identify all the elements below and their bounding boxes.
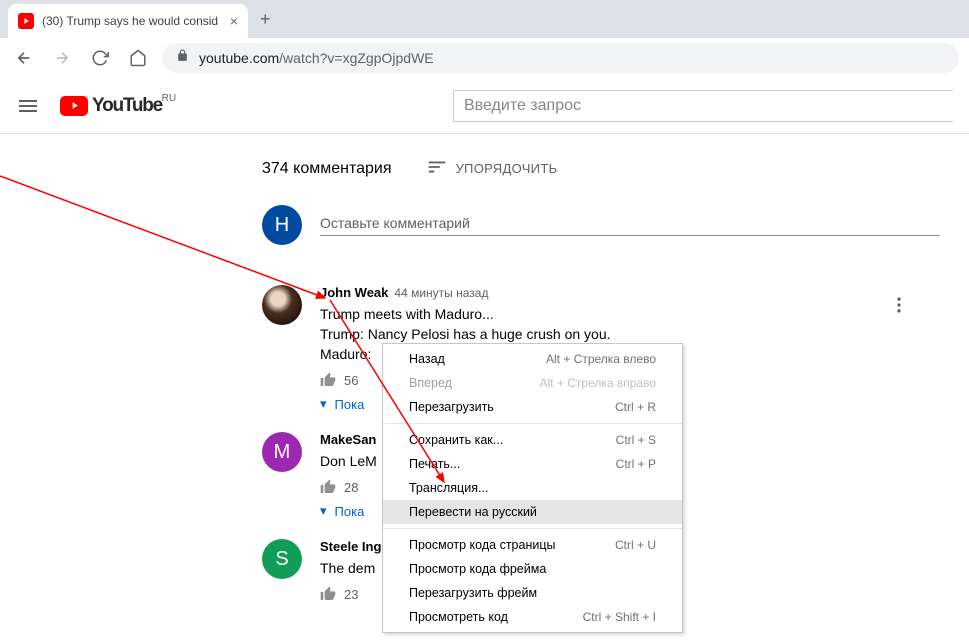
comment-author[interactable]: John Weak: [320, 285, 388, 300]
comment-author[interactable]: Steele Ing: [320, 539, 381, 554]
add-comment-row: Н Оставьте комментарий: [262, 205, 969, 245]
comments-count: 374 комментария: [262, 160, 392, 178]
home-button[interactable]: [124, 44, 152, 72]
lock-icon: [176, 49, 189, 67]
context-menu-item[interactable]: Перевести на русский: [383, 500, 682, 524]
back-button[interactable]: [10, 44, 38, 72]
add-comment-input[interactable]: Оставьте комментарий: [320, 215, 940, 236]
browser-tab[interactable]: (30) Trump says he would consid ×: [8, 4, 248, 38]
sort-icon: [426, 156, 448, 181]
address-bar: youtube.com/watch?v=xgZgpOjpdWE: [0, 38, 969, 78]
context-menu: НазадAlt + Стрелка влевоВпередAlt + Стре…: [382, 343, 683, 633]
commenter-avatar[interactable]: [262, 285, 302, 325]
user-avatar[interactable]: Н: [262, 205, 302, 245]
forward-button[interactable]: [48, 44, 76, 72]
youtube-region: RU: [162, 93, 176, 104]
context-menu-item[interactable]: Сохранить как...Ctrl + S: [383, 428, 682, 452]
context-menu-item[interactable]: НазадAlt + Стрелка влево: [383, 347, 682, 371]
context-menu-separator: [383, 528, 682, 529]
reload-button[interactable]: [86, 44, 114, 72]
context-menu-item[interactable]: Просмотр кода страницыCtrl + U: [383, 533, 682, 557]
context-menu-item[interactable]: Просмотр кода фрейма: [383, 557, 682, 581]
chevron-down-icon: ▾: [320, 503, 327, 519]
youtube-header: YouTube RU Введите запрос: [0, 78, 969, 134]
url-box[interactable]: youtube.com/watch?v=xgZgpOjpdWE: [162, 43, 959, 73]
context-menu-separator: [383, 423, 682, 424]
youtube-logo[interactable]: YouTube RU: [60, 95, 162, 117]
youtube-logo-text: YouTube: [92, 95, 162, 117]
url-path: /watch?v=xgZgpOjpdWE: [279, 50, 433, 66]
like-button[interactable]: 23: [320, 586, 358, 602]
comment-author[interactable]: MakeSan: [320, 432, 376, 447]
youtube-favicon: [18, 13, 34, 29]
search-container: Введите запрос: [453, 90, 953, 122]
hamburger-menu-icon[interactable]: [16, 94, 40, 118]
new-tab-button[interactable]: +: [260, 9, 271, 30]
tab-title: (30) Trump says he would consid: [42, 14, 224, 28]
context-menu-item[interactable]: Перезагрузить фрейм: [383, 581, 682, 605]
context-menu-item: ВпередAlt + Стрелка вправо: [383, 371, 682, 395]
sort-button[interactable]: УПОРЯДОЧИТЬ: [426, 156, 558, 181]
context-menu-item[interactable]: Просмотреть кодCtrl + Shift + I: [383, 605, 682, 629]
commenter-avatar[interactable]: S: [262, 539, 302, 579]
commenter-avatar[interactable]: M: [262, 432, 302, 472]
comment-timestamp[interactable]: 44 минуты назад: [394, 286, 488, 300]
context-menu-item[interactable]: Трансляция...: [383, 476, 682, 500]
browser-chrome: (30) Trump says he would consid × + yout…: [0, 0, 969, 78]
context-menu-item[interactable]: Печать...Ctrl + P: [383, 452, 682, 476]
chevron-down-icon: ▾: [320, 396, 327, 412]
url-host: youtube.com: [199, 50, 279, 66]
youtube-logo-icon: [60, 96, 88, 116]
comment-menu-button[interactable]: [889, 285, 909, 325]
context-menu-item[interactable]: ПерезагрузитьCtrl + R: [383, 395, 682, 419]
like-button[interactable]: 56: [320, 372, 358, 388]
tab-bar: (30) Trump says he would consid × +: [0, 0, 969, 38]
sort-label: УПОРЯДОЧИТЬ: [456, 161, 558, 176]
tab-close-button[interactable]: ×: [230, 13, 238, 29]
comments-header: 374 комментария УПОРЯДОЧИТЬ: [262, 156, 969, 181]
search-input[interactable]: Введите запрос: [453, 90, 953, 122]
like-button[interactable]: 28: [320, 479, 358, 495]
